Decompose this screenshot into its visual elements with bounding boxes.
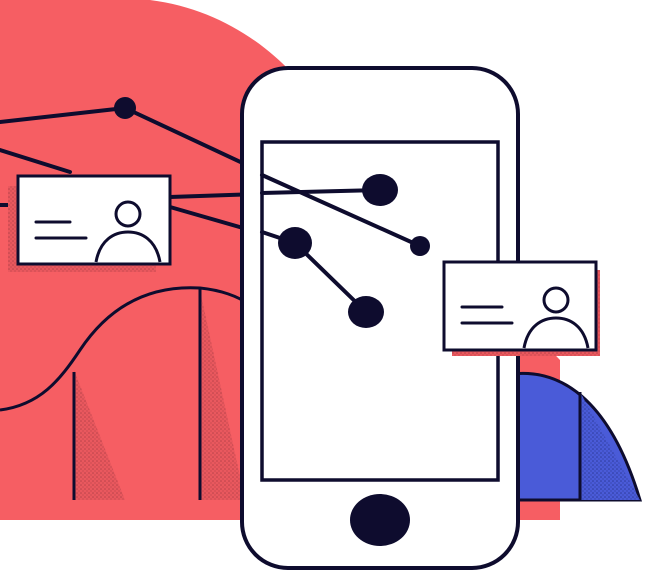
network-node-icon	[410, 236, 430, 256]
network-node-icon	[362, 174, 398, 206]
profile-card-right	[442, 260, 598, 352]
phone-home-button	[350, 494, 410, 546]
network-node-icon	[278, 227, 312, 259]
profile-card-left	[16, 174, 172, 266]
illustration-scene	[0, 0, 648, 571]
phone-network-illustration	[0, 0, 643, 570]
network-node-icon	[114, 97, 136, 119]
network-node-icon	[348, 296, 384, 328]
